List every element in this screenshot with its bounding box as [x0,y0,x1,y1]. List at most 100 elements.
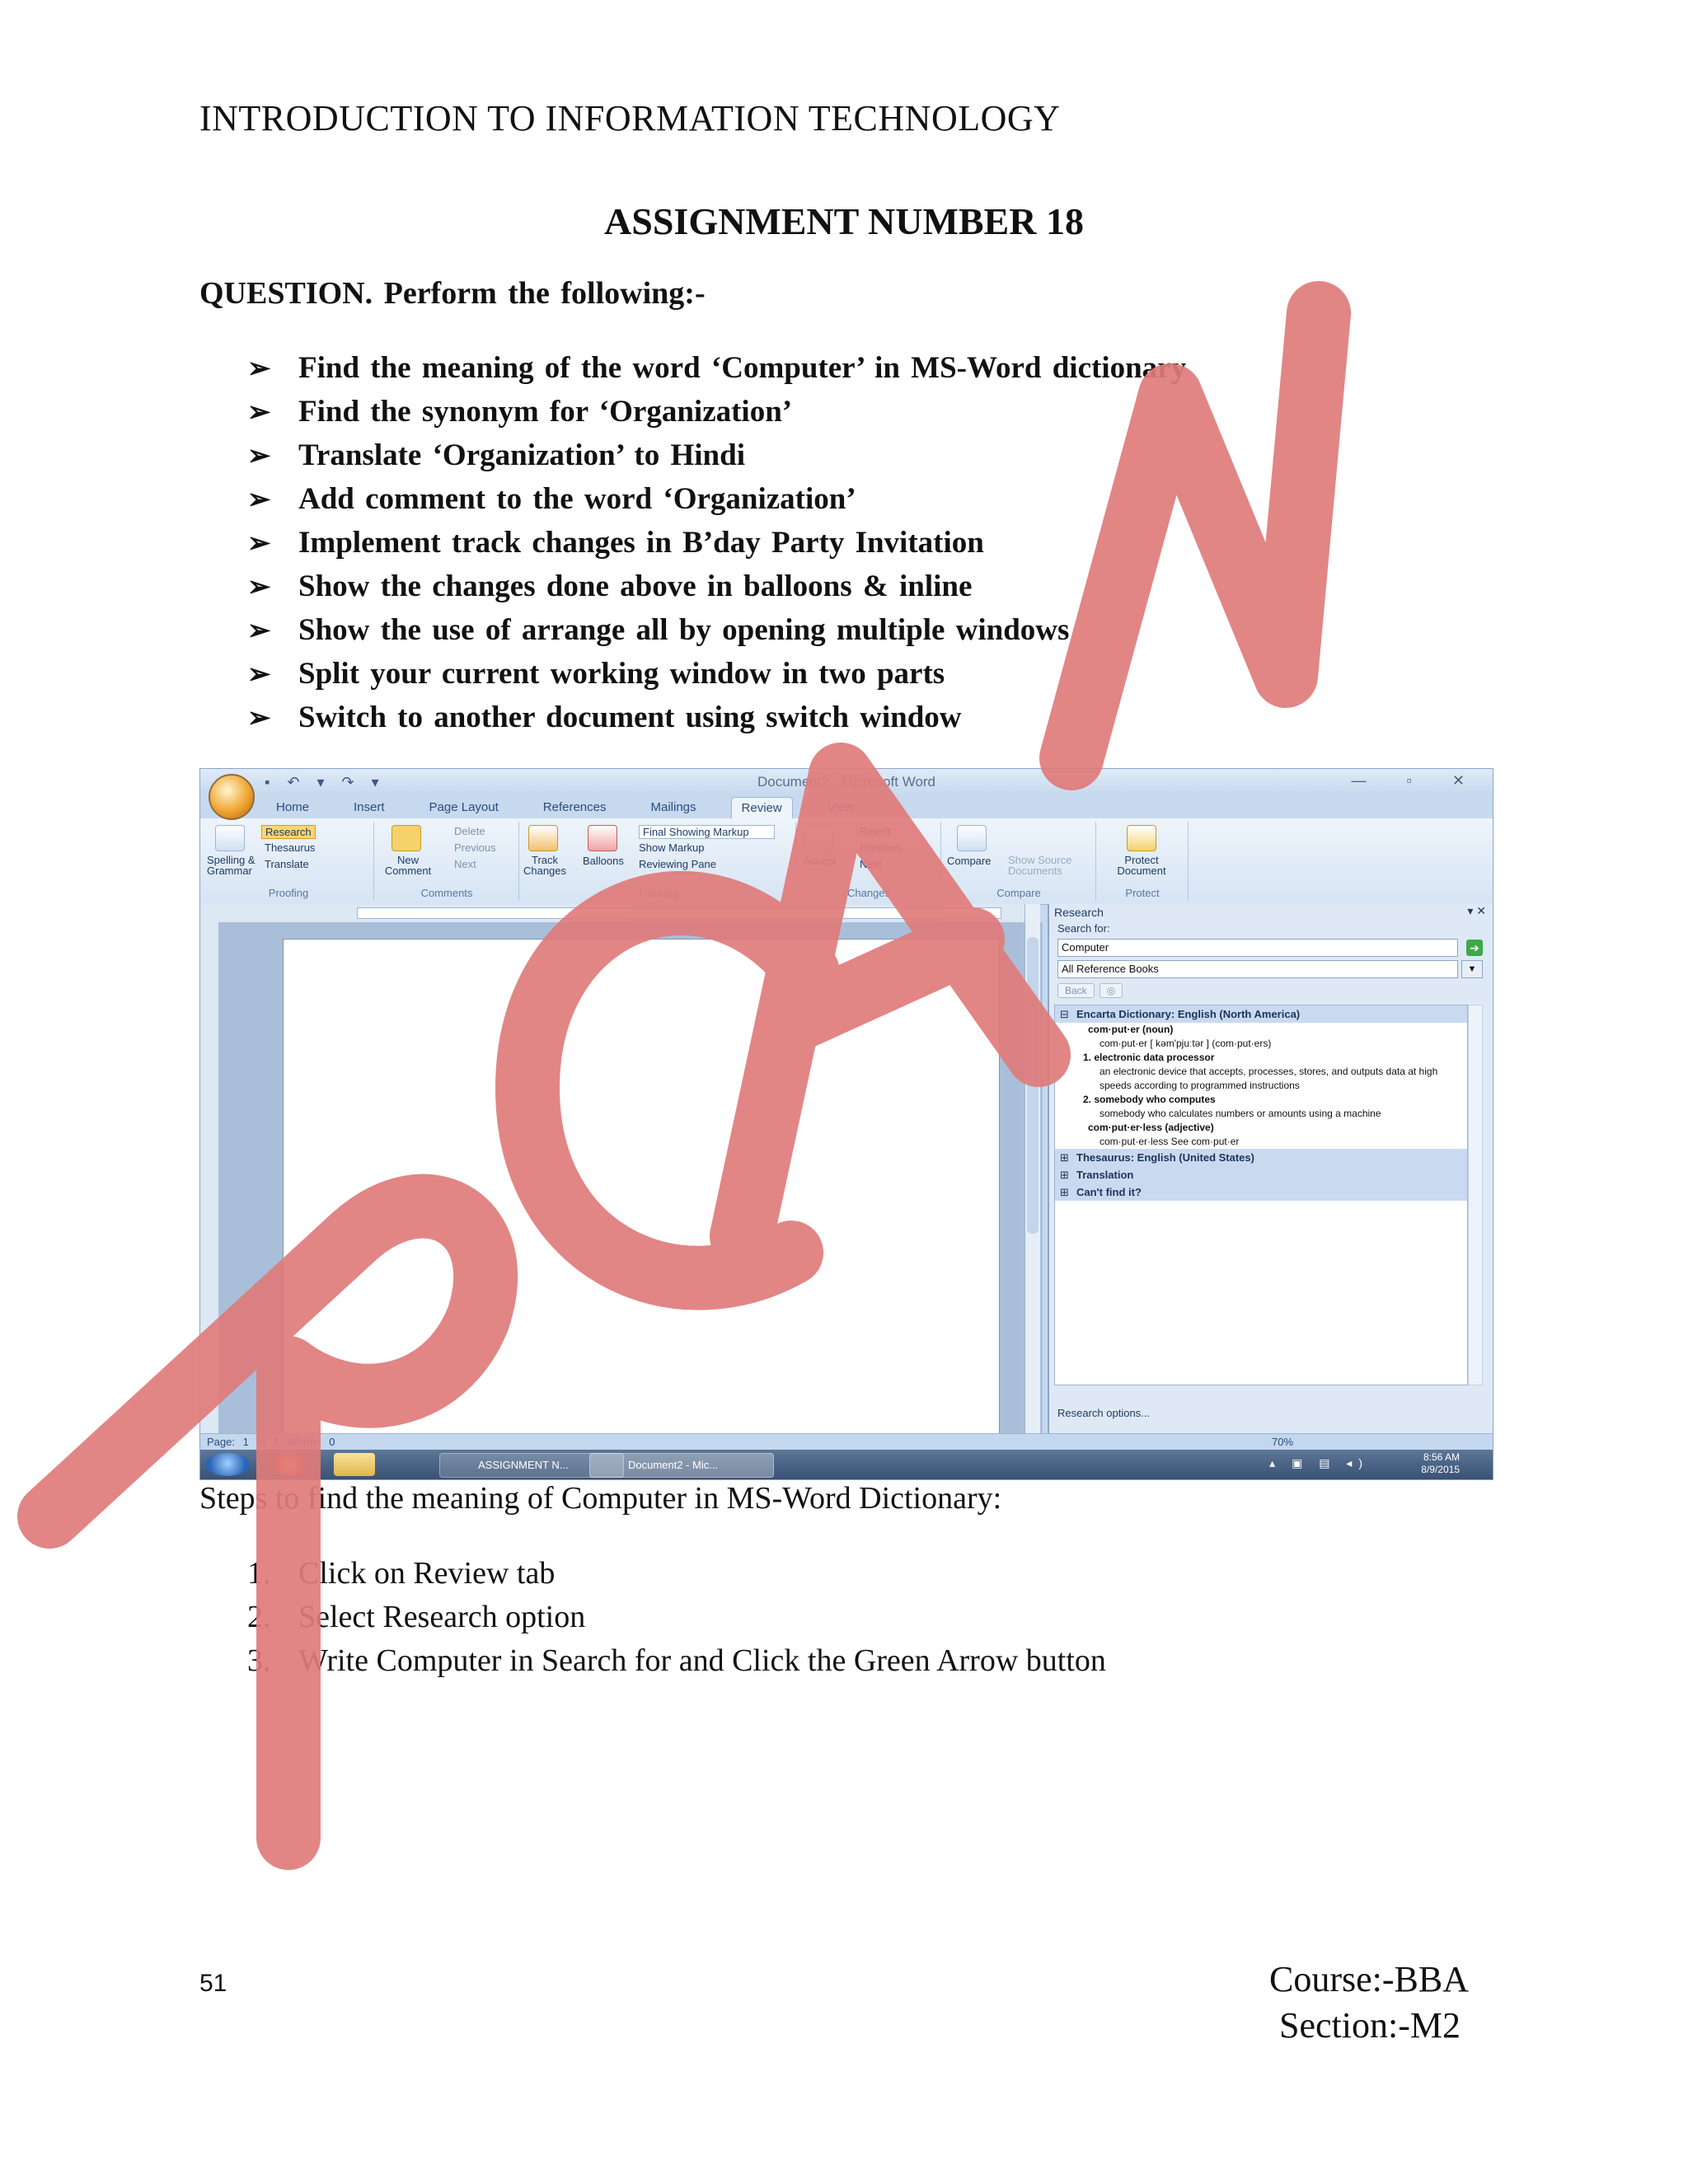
title-bar: ▪ ↶ ▾ ↷ ▾ Document2 - Microsoft Word — ▫… [200,769,1493,797]
research-nav: Back ◎ [1057,983,1128,998]
tab-home[interactable]: Home [266,797,319,818]
thesaurus-button[interactable]: Thesaurus [265,841,315,854]
pronunciation: com·put·er [ kəm'pjuːtər ] (com·put·ers) [1100,1038,1272,1049]
reference-source-select[interactable]: All Reference Books [1057,960,1458,978]
new-comment-button[interactable]: New Comment [382,855,434,876]
entry-computer-noun: com·put·er (noun) [1088,1024,1174,1035]
encarta-section-header[interactable]: Encarta Dictionary: English (North Ameri… [1055,1005,1467,1023]
folder-icon[interactable] [334,1453,375,1476]
taskbar-clock[interactable]: 8:56 AM 8/9/2015 [1421,1451,1460,1476]
page-header: INTRODUCTION TO INFORMATION TECHNOLOGY [199,98,1061,138]
group-label: Compare [996,887,1041,899]
research-results: Encarta Dictionary: English (North Ameri… [1054,1005,1468,1385]
research-button[interactable]: Research [261,825,316,839]
balloons-button[interactable]: Balloons [583,855,624,867]
task-item: ➢ Find the synonym for ‘Organization’ [247,390,1186,434]
protect-document-icon [1127,825,1156,851]
zoom-level[interactable]: 70% [1272,1436,1293,1448]
windows-taskbar: ASSIGNMENT N... Document2 - Mic... ▴ ▣ ▤… [200,1450,1493,1479]
research-pane-close-button[interactable]: ▾ ✕ [1467,904,1486,918]
window-controls[interactable]: — ▫ ✕ [1352,772,1483,790]
group-proofing: Spelling & Grammar Research Thesaurus Tr… [204,822,374,901]
document-scrollbar[interactable] [1025,904,1040,1433]
scrollbar-thumb[interactable] [1027,937,1039,1234]
protect-document-button[interactable]: Protect Document [1102,855,1181,876]
window-title: Document2 - Microsoft Word [757,774,936,790]
bullet-arrow-icon: ➢ [247,571,271,602]
track-changes-button[interactable]: Track Changes [520,855,570,876]
bullet-arrow-icon: ➢ [247,702,271,733]
system-tray-icons[interactable]: ▴ ▣ ▤ ◂) [1269,1456,1369,1470]
task-item: ➢ Find the meaning of the word ‘Computer’… [247,346,1186,390]
back-button[interactable]: Back [1057,983,1095,998]
task-text: Switch to another document using switch … [298,701,962,734]
search-input[interactable]: Computer [1057,939,1458,957]
horizontal-ruler[interactable] [357,907,1001,919]
chevron-down-icon[interactable]: ▼ [1461,960,1483,978]
task-item: ➢ Show the use of arrange all by opening … [247,608,1186,652]
spelling-grammar-button[interactable]: Spelling & Grammar [207,855,256,876]
tab-page-layout[interactable]: Page Layout [420,797,509,818]
document-page[interactable] [283,939,1000,1435]
horizontal-ruler-bar [200,904,1033,923]
task-text: Add comment to the word ‘Organization’ [298,482,856,516]
translation-section-header[interactable]: Translation [1055,1166,1467,1183]
task-item: ➢ Switch to another document using switch… [247,696,1186,739]
previous-change-button[interactable]: Previous [860,841,902,854]
tab-review[interactable]: Review [730,797,793,818]
group-label: Tracking [637,887,678,899]
tab-view[interactable]: View [818,797,864,818]
previous-comment-button[interactable]: Previous [454,841,496,854]
tab-insert[interactable]: Insert [344,797,395,818]
accept-button[interactable]: Accept [804,855,837,867]
next-change-button[interactable]: Next [860,858,882,870]
assignment-title: ASSIGNMENT NUMBER 18 [604,200,1084,242]
group-changes: Accept Reject Previous Next Changes [797,822,941,901]
task-item: ➢ Implement track changes in B’day Party … [247,521,1186,565]
reviewing-pane-button[interactable]: Reviewing Pane [639,858,716,870]
task-text: Show the use of arrange all by opening m… [298,613,1070,647]
office-button-icon[interactable] [209,774,255,820]
green-arrow-search-button[interactable]: ➔ [1466,940,1483,956]
group-label: Proofing [268,887,309,899]
course-label: Course:-BBA [1269,1959,1469,1999]
translate-button[interactable]: Translate [265,858,309,870]
reject-button[interactable]: Reject [860,825,890,837]
tab-mailings[interactable]: Mailings [641,797,706,818]
accept-icon [804,825,833,851]
question-heading: QUESTION. Perform the following:- [199,276,706,311]
compare-icon [957,825,987,851]
show-source-documents-button[interactable]: Show Source Documents [1008,855,1087,876]
cant-find-section-header[interactable]: Can't find it? [1055,1183,1467,1201]
show-markup-button[interactable]: Show Markup [639,841,704,854]
research-options-link[interactable]: Research options... [1057,1407,1150,1419]
definition-1-title: 1. electronic data processor [1083,1052,1215,1063]
steps-intro: Steps to find the meaning of Computer in… [199,1481,1002,1516]
compare-button[interactable]: Compare [947,855,991,867]
task-text: Find the synonym for ‘Organization’ [298,395,793,429]
delete-comment-button[interactable]: Delete [454,825,485,837]
page-word-count[interactable]: Page: 1 of 1 Words: 0 [207,1436,335,1448]
task-text: Find the meaning of the word ‘Computer’ … [298,351,1187,385]
group-label: Changes [846,887,891,899]
section-label: Section:-M2 [1279,2005,1461,2046]
research-options-icon[interactable]: ◎ [1099,983,1123,998]
group-tracking: Track Changes Balloons Final Showing Mar… [520,822,796,901]
next-comment-button[interactable]: Next [454,858,476,870]
thesaurus-section-header[interactable]: Thesaurus: English (United States) [1055,1149,1467,1166]
results-scrollbar[interactable] [1468,1005,1483,1385]
firefox-icon[interactable] [273,1453,306,1476]
markup-display-select[interactable]: Final Showing Markup [639,825,775,839]
task-text: Implement track changes in B’day Party I… [298,526,984,560]
group-comments: New Comment Delete Previous Next Comment… [375,822,519,901]
ribbon: Spelling & Grammar Research Thesaurus Tr… [200,818,1493,905]
research-pane-title: Research [1054,906,1104,919]
tab-references[interactable]: References [533,797,617,818]
vertical-ruler[interactable] [200,922,219,1433]
task-item: ➢ Translate ‘Organization’ to Hindi [247,434,1186,477]
taskbar-document2-window[interactable]: Document2 - Mic... [589,1453,774,1478]
research-pane: Research ▾ ✕ Search for: Computer ➔ All … [1048,904,1493,1433]
spelling-icon [215,825,245,851]
start-button-icon[interactable] [205,1453,250,1476]
definition-2-title: 2. somebody who computes [1083,1094,1216,1105]
